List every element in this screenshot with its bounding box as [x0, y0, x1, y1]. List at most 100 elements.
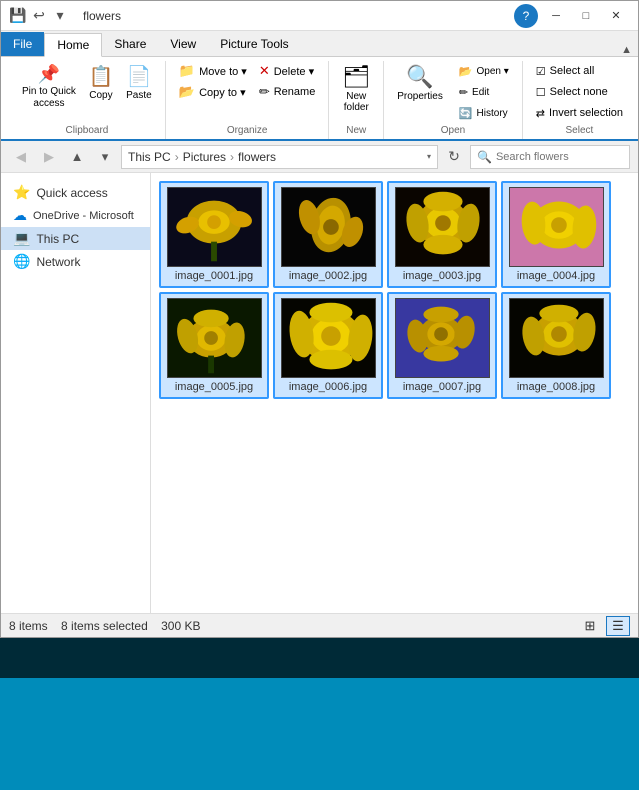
file-thumb-3 [395, 187, 490, 267]
file-item-8[interactable]: image_0008.jpg [501, 292, 611, 399]
properties-button[interactable]: 🔍 Properties [392, 61, 448, 105]
copy-to-button[interactable]: 📂 Copy to ▾ [174, 82, 252, 102]
copy-label: Copy [89, 90, 112, 101]
new-label: New [337, 123, 375, 139]
details-view-button[interactable]: ☰ [606, 616, 630, 636]
rename-button[interactable]: ✏ Rename [254, 82, 320, 102]
file-item-6[interactable]: image_0006.jpg [273, 292, 383, 399]
sidebar-label-this-pc: This PC [36, 232, 79, 246]
file-label-5: image_0005.jpg [175, 381, 253, 393]
file-item-5[interactable]: image_0005.jpg [159, 292, 269, 399]
tab-picture-tools[interactable]: Picture Tools [208, 32, 300, 56]
file-item-3[interactable]: image_0003.jpg [387, 181, 497, 288]
rename-icon: ✏ [259, 84, 270, 100]
copy-button[interactable]: 📋 Copy [83, 61, 119, 104]
forward-button[interactable]: ▶ [37, 145, 61, 169]
refresh-button[interactable]: ↻ [442, 145, 466, 169]
qat-save[interactable]: 💾 [9, 7, 27, 25]
search-box[interactable]: 🔍 [470, 145, 630, 169]
history-button[interactable]: 🔄 History [454, 103, 514, 123]
ribbon-group-organize: 📁 Move to ▾ 📂 Copy to ▾ ✕ Delete ▾ ✏ [166, 61, 329, 139]
pin-icon: 📌 [38, 64, 60, 85]
large-icons-view-button[interactable]: ⊞ [578, 616, 602, 636]
copy-icon: 📋 [88, 64, 113, 89]
select-buttons: ☑ Select all ☐ Select none ⇄ Invert sele… [531, 61, 628, 123]
file-thumb-6 [281, 298, 376, 378]
main-content: ⭐ Quick access ☁ OneDrive - Microsoft 💻 … [1, 173, 638, 613]
help-button[interactable]: ? [514, 4, 538, 28]
rename-label: Rename [274, 86, 316, 98]
file-thumb-1 [167, 187, 262, 267]
file-label-1: image_0001.jpg [175, 270, 253, 282]
sidebar-item-this-pc[interactable]: 💻 This PC [1, 227, 150, 250]
up-button[interactable]: ▲ [65, 145, 89, 169]
sidebar-item-quick-access[interactable]: ⭐ Quick access [1, 181, 150, 204]
sidebar-item-network[interactable]: 🌐 Network [1, 250, 150, 273]
open-label: Open [392, 123, 514, 139]
file-label-3: image_0003.jpg [403, 270, 481, 282]
organize-right: ✕ Delete ▾ ✏ Rename [254, 61, 320, 102]
qat-dropdown[interactable]: ▾ [51, 7, 69, 25]
view-controls: ⊞ ☰ [578, 616, 630, 636]
select-all-label: Select all [550, 65, 595, 77]
path-this-pc[interactable]: This PC [128, 150, 171, 164]
ribbon-collapse[interactable]: ▲ [615, 44, 638, 56]
statusbar: 8 items 8 items selected 300 KB ⊞ ☰ [1, 613, 638, 637]
pin-label: Pin to Quickaccess [22, 86, 76, 110]
path-dropdown[interactable]: ▾ [427, 152, 431, 161]
paste-button[interactable]: 📄 Paste [121, 61, 157, 104]
path-flowers[interactable]: flowers [238, 150, 276, 164]
move-to-label: Move to ▾ [199, 65, 247, 78]
tab-share[interactable]: Share [102, 32, 158, 56]
qat-undo[interactable]: ↩ [30, 7, 48, 25]
organize-buttons: 📁 Move to ▾ 📂 Copy to ▾ ✕ Delete ▾ ✏ [174, 61, 320, 123]
move-to-button[interactable]: 📁 Move to ▾ [174, 61, 252, 81]
search-input[interactable] [496, 151, 616, 163]
items-count: 8 items [9, 619, 48, 633]
titlebar-left: 💾 ↩ ▾ flowers [9, 7, 121, 25]
titlebar-right: ? ─ □ ✕ [514, 4, 630, 28]
file-item-4[interactable]: image_0004.jpg [501, 181, 611, 288]
delete-label: Delete ▾ [274, 65, 314, 78]
pin-button[interactable]: 📌 Pin to Quickaccess [17, 61, 81, 113]
invert-selection-button[interactable]: ⇄ Invert selection [531, 103, 628, 123]
open-button[interactable]: 📂 Open ▾ [454, 61, 514, 81]
window-controls: ─ □ ✕ [542, 5, 630, 27]
maximize-button[interactable]: □ [572, 5, 600, 27]
minimize-button[interactable]: ─ [542, 5, 570, 27]
copy-to-label: Copy to ▾ [199, 86, 246, 99]
recent-button[interactable]: ▾ [93, 145, 117, 169]
edit-button[interactable]: ✏ Edit [454, 82, 514, 102]
ribbon-group-clipboard: 📌 Pin to Quickaccess 📋 Copy 📄 Paste Clip… [9, 61, 166, 139]
path-pictures[interactable]: Pictures [183, 150, 226, 164]
file-item-7[interactable]: image_0007.jpg [387, 292, 497, 399]
back-button[interactable]: ◀ [9, 145, 33, 169]
edit-icon: ✏ [459, 86, 468, 99]
ribbon-tab-bar: File Home Share View Picture Tools ▲ [1, 31, 638, 57]
window-title: flowers [83, 9, 121, 23]
select-options: ☑ Select all ☐ Select none ⇄ Invert sele… [531, 61, 628, 123]
clipboard-label: Clipboard [17, 123, 157, 139]
new-folder-icon: 🗂 [342, 64, 370, 90]
file-thumb-4 [509, 187, 604, 267]
tab-file[interactable]: File [1, 32, 44, 56]
select-none-button[interactable]: ☐ Select none [531, 82, 628, 102]
close-button[interactable]: ✕ [602, 5, 630, 27]
file-label-6: image_0006.jpg [289, 381, 367, 393]
path-sep-2: › [230, 150, 234, 164]
select-none-label: Select none [550, 86, 608, 98]
delete-icon: ✕ [259, 63, 270, 79]
select-all-button[interactable]: ☑ Select all [531, 61, 628, 81]
file-item-1[interactable]: image_0001.jpg [159, 181, 269, 288]
file-item-2[interactable]: image_0002.jpg [273, 181, 383, 288]
new-folder-button[interactable]: 🗂 Newfolder [337, 61, 375, 116]
tab-home[interactable]: Home [44, 33, 102, 57]
file-thumb-2 [281, 187, 376, 267]
address-path[interactable]: This PC › Pictures › flowers ▾ [121, 145, 438, 169]
tab-view[interactable]: View [158, 32, 208, 56]
delete-button[interactable]: ✕ Delete ▾ [254, 61, 320, 81]
organize-label: Organize [174, 123, 320, 139]
selected-count: 8 items selected [61, 619, 148, 633]
sidebar-item-onedrive[interactable]: ☁ OneDrive - Microsoft [1, 204, 150, 227]
file-thumb-7 [395, 298, 490, 378]
